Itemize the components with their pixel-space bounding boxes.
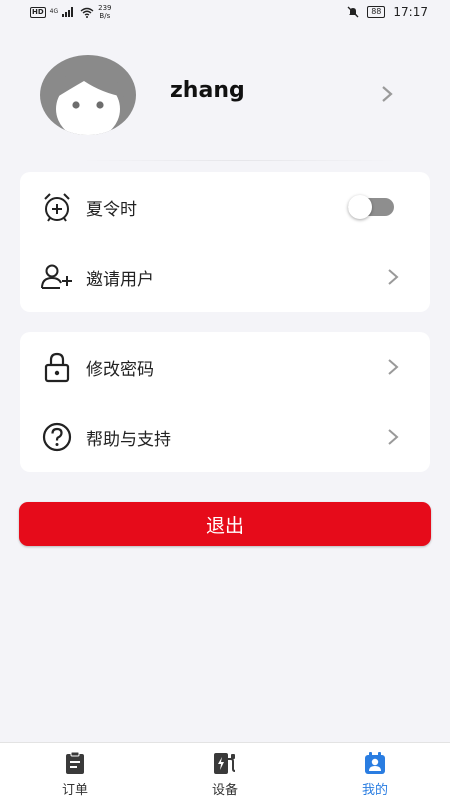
charger-icon [212, 751, 238, 775]
nav-tab-devices[interactable]: 设备 [150, 743, 300, 800]
status-bar: HD 4G 239 B/s 88 17:17 [0, 0, 450, 24]
bottom-nav: 订单 设备 我的 [0, 742, 450, 800]
help-support-label: 帮助与支持 [86, 429, 171, 450]
summer-time-toggle[interactable] [348, 195, 394, 219]
battery-indicator: 88 [367, 6, 386, 18]
summer-time-row[interactable]: 夏令时 [20, 172, 430, 242]
header-divider [80, 160, 400, 161]
help-support-row[interactable]: 帮助与支持 [20, 402, 430, 472]
chevron-right-icon[interactable] [380, 84, 394, 104]
profile-name: zhang [170, 78, 245, 103]
summer-time-label: 夏令时 [86, 199, 137, 220]
chevron-right-icon [388, 269, 399, 285]
status-right: 88 17:17 [347, 5, 428, 19]
change-password-row[interactable]: 修改密码 [20, 332, 430, 402]
chevron-right-icon [388, 429, 399, 445]
hd-badge: HD [30, 6, 46, 18]
nav-tab-orders[interactable]: 订单 [0, 743, 150, 800]
mute-bell-icon [347, 6, 359, 18]
signal-icon [62, 7, 74, 17]
wifi-icon [80, 7, 94, 18]
profile-icon [363, 751, 387, 775]
invite-user-label: 邀请用户 [86, 269, 154, 290]
avatar-face-icon [54, 69, 124, 135]
invite-user-row[interactable]: 邀请用户 [20, 242, 430, 312]
network-speed-value: 239 [98, 4, 112, 12]
logout-button[interactable]: 退出 [19, 502, 431, 546]
lock-icon [40, 350, 74, 384]
change-password-label: 修改密码 [86, 359, 154, 380]
toggle-knob [348, 195, 372, 219]
nav-label-orders: 订单 [61, 783, 88, 798]
network-type: 4G [49, 8, 59, 15]
avatar[interactable] [40, 55, 136, 135]
alarm-plus-icon [40, 190, 74, 224]
status-left: HD 4G 239 B/s [30, 4, 112, 20]
nav-tab-mine[interactable]: 我的 [300, 743, 450, 800]
profile-screen: HD 4G 239 B/s 88 17:17 zhang 夏令时 邀请用户 修改… [0, 0, 450, 800]
chevron-right-icon [388, 359, 399, 375]
help-icon [40, 420, 74, 454]
profile-header[interactable]: zhang [0, 50, 450, 140]
clipboard-icon [63, 751, 87, 775]
network-speed-unit: B/s [99, 12, 111, 20]
network-speed: 239 B/s [98, 4, 111, 20]
add-user-icon [40, 260, 74, 294]
status-time: 17:17 [393, 5, 428, 19]
nav-label-mine: 我的 [361, 783, 388, 798]
settings-card-1: 夏令时 邀请用户 [20, 172, 430, 312]
settings-card-2: 修改密码 帮助与支持 [20, 332, 430, 472]
nav-label-devices: 设备 [211, 783, 238, 798]
